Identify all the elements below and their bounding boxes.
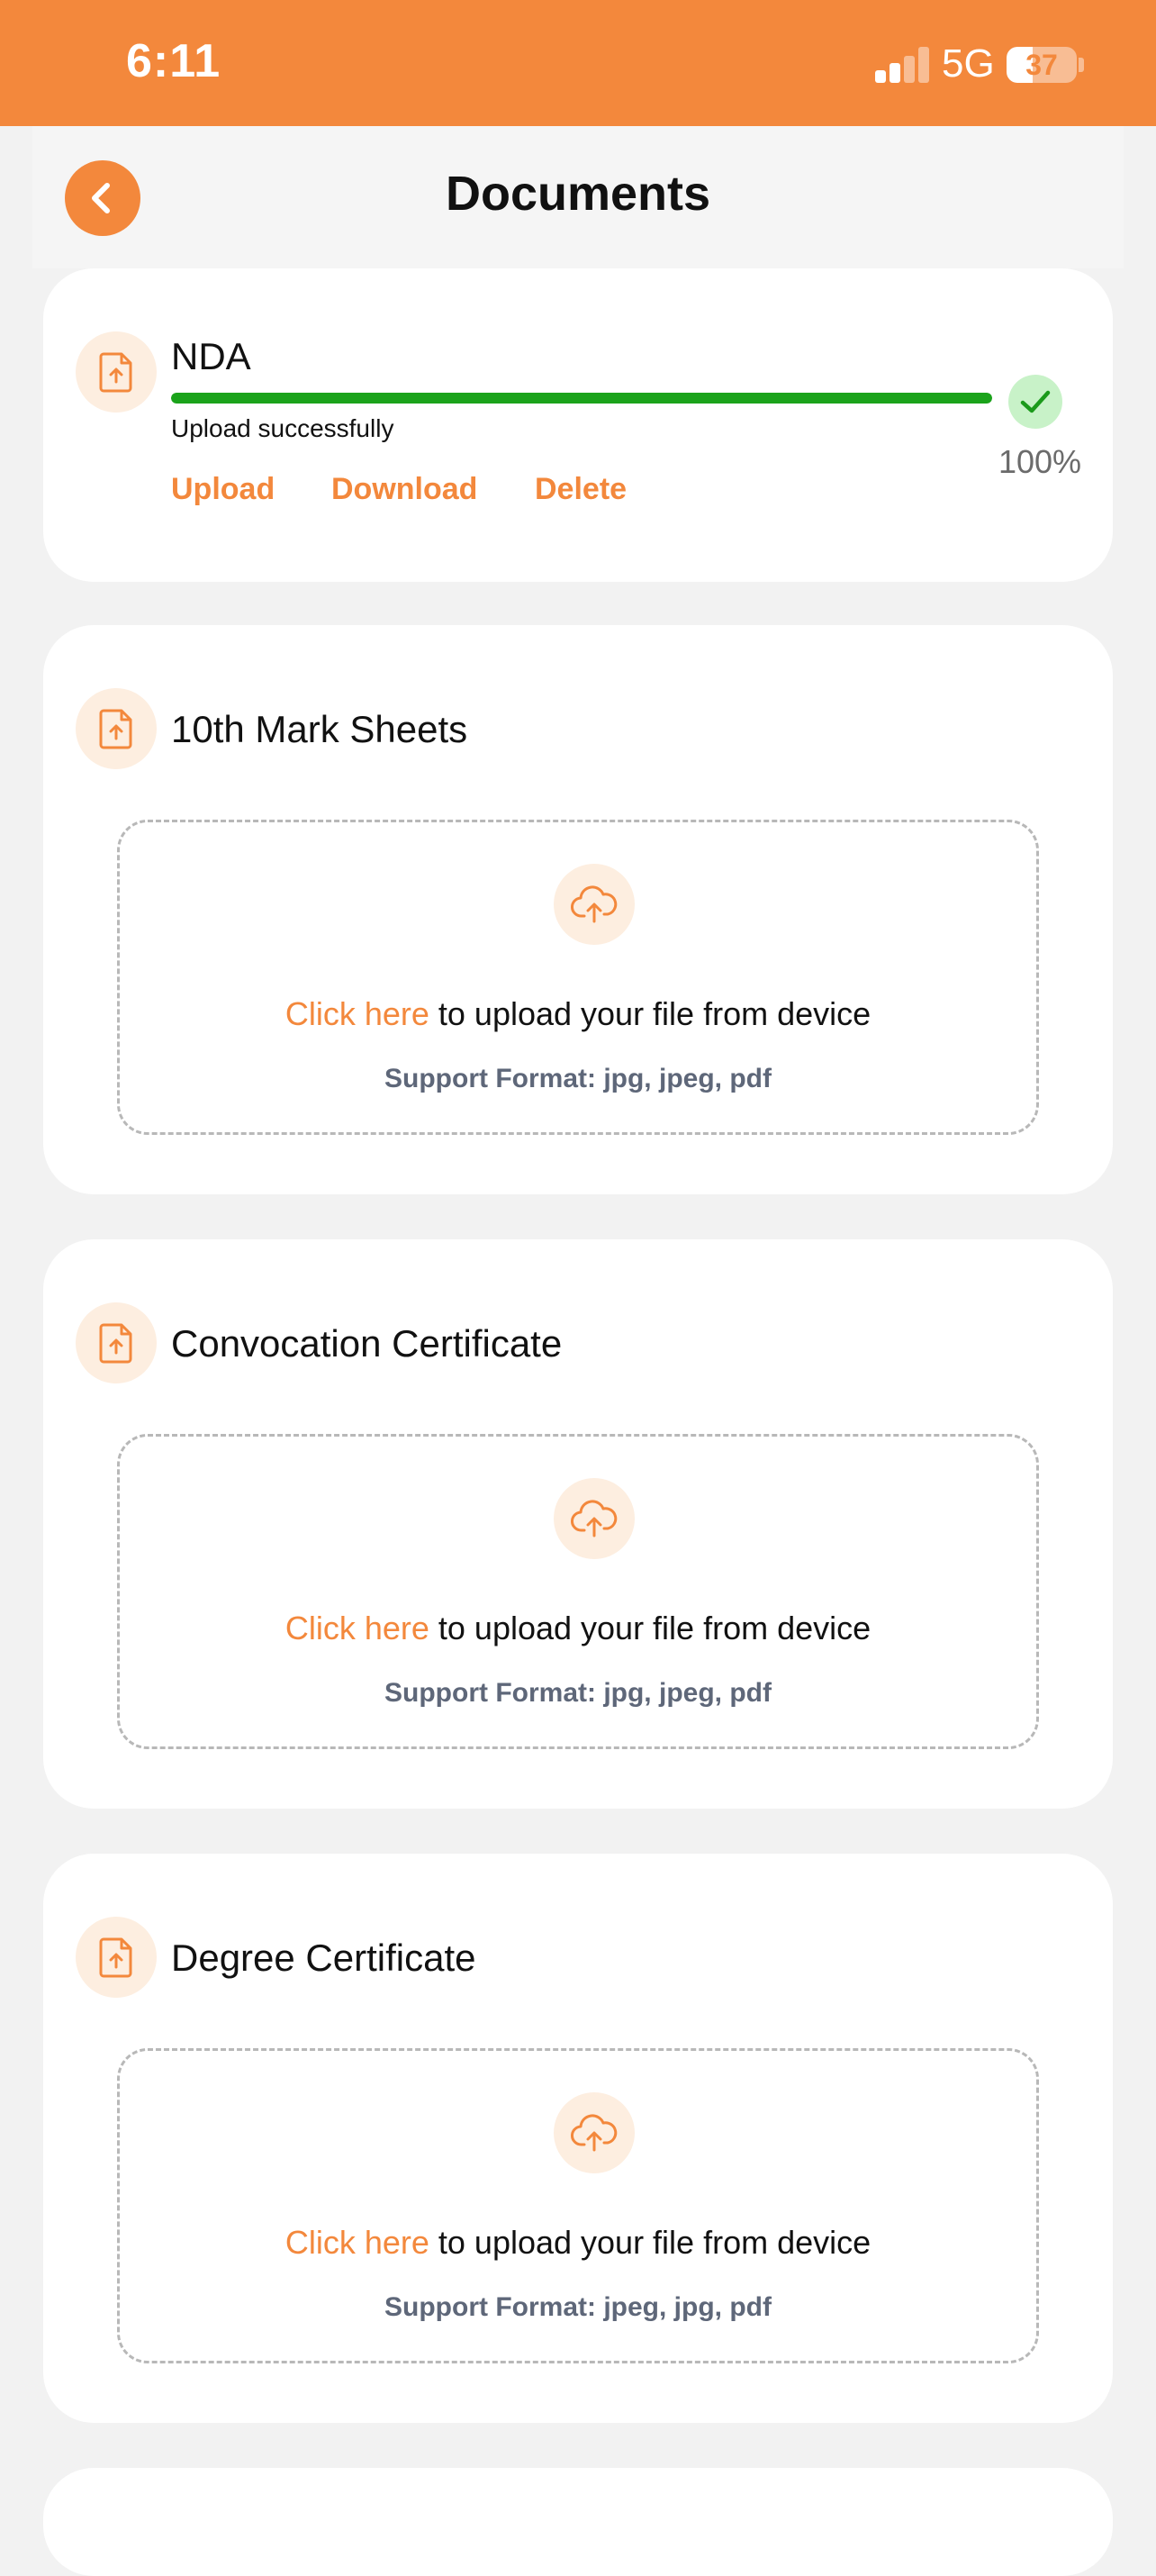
- page-title: Documents: [445, 167, 711, 221]
- document-card: Convocation Certificate Click here to up…: [43, 1239, 1113, 1809]
- document-title: NDA: [171, 335, 251, 377]
- dropzone-instruction: Click here to upload your file from devi…: [120, 1610, 1036, 1647]
- click-here-link[interactable]: Click here: [285, 1610, 429, 1646]
- file-upload-icon: [76, 331, 157, 413]
- instruction-text: to upload your file from device: [429, 1610, 872, 1646]
- document-card-nda: NDA Upload successfully 100% Upload Down…: [43, 268, 1113, 582]
- battery-percent: 37: [1025, 49, 1058, 81]
- status-time: 6:11: [126, 35, 221, 87]
- cloud-upload-icon: [554, 1478, 635, 1559]
- cloud-upload-glyph: [571, 1500, 618, 1537]
- check-icon: [1020, 390, 1051, 413]
- click-here-link[interactable]: Click here: [285, 995, 429, 1032]
- instruction-text: to upload your file from device: [429, 2224, 872, 2261]
- cloud-upload-glyph: [571, 2114, 618, 2152]
- click-here-link[interactable]: Click here: [285, 2224, 429, 2261]
- file-upload-glyph: [99, 352, 132, 393]
- dropzone-instruction: Click here to upload your file from devi…: [120, 995, 1036, 1033]
- document-card: 10th Mark Sheets Click here to upload yo…: [43, 625, 1113, 1194]
- supported-formats: Support Format: jpg, jpeg, pdf: [384, 1064, 772, 1093]
- delete-link[interactable]: Delete: [535, 472, 627, 507]
- document-card: Degree Certificate Click here to upload …: [43, 1854, 1113, 2423]
- upload-complete-badge: [1008, 375, 1062, 429]
- instruction-text: to upload your file from device: [429, 995, 872, 1032]
- file-upload-glyph: [99, 709, 132, 749]
- upload-dropzone[interactable]: Click here to upload your file from devi…: [117, 1434, 1039, 1749]
- upload-dropzone[interactable]: Click here to upload your file from devi…: [117, 2048, 1039, 2363]
- download-link[interactable]: Download: [331, 472, 477, 507]
- nav-bar: Documents: [32, 126, 1124, 268]
- cloud-upload-icon: [554, 2092, 635, 2173]
- battery-icon: 37: [1007, 47, 1077, 83]
- signal-strength-icon: [875, 47, 929, 83]
- cloud-upload-icon: [554, 864, 635, 945]
- dropzone-instruction: Click here to upload your file from devi…: [120, 2224, 1036, 2262]
- cloud-upload-glyph: [571, 885, 618, 923]
- file-upload-glyph: [99, 1937, 132, 1978]
- network-type: 5G: [942, 41, 995, 86]
- document-title: Convocation Certificate: [171, 1322, 563, 1365]
- upload-percent: 100%: [998, 443, 1082, 480]
- document-card: [43, 2468, 1113, 2576]
- status-bar: 6:11 5G 37: [0, 0, 1156, 126]
- upload-link[interactable]: Upload: [171, 472, 275, 507]
- supported-formats: Support Format: jpg, jpeg, pdf: [384, 1678, 772, 1708]
- battery-tip: [1079, 58, 1084, 72]
- file-upload-icon: [76, 1302, 157, 1383]
- document-title: Degree Certificate: [171, 1937, 476, 1979]
- file-upload-icon: [76, 1917, 157, 1998]
- file-upload-icon: [76, 688, 157, 769]
- file-upload-glyph: [99, 1323, 132, 1364]
- upload-progress-bar: [171, 393, 992, 404]
- document-title: 10th Mark Sheets: [171, 708, 468, 750]
- upload-status-text: Upload successfully: [171, 414, 394, 442]
- upload-dropzone[interactable]: Click here to upload your file from devi…: [117, 820, 1039, 1135]
- supported-formats: Support Format: jpeg, jpg, pdf: [384, 2292, 772, 2322]
- upload-progress-fill: [171, 393, 992, 404]
